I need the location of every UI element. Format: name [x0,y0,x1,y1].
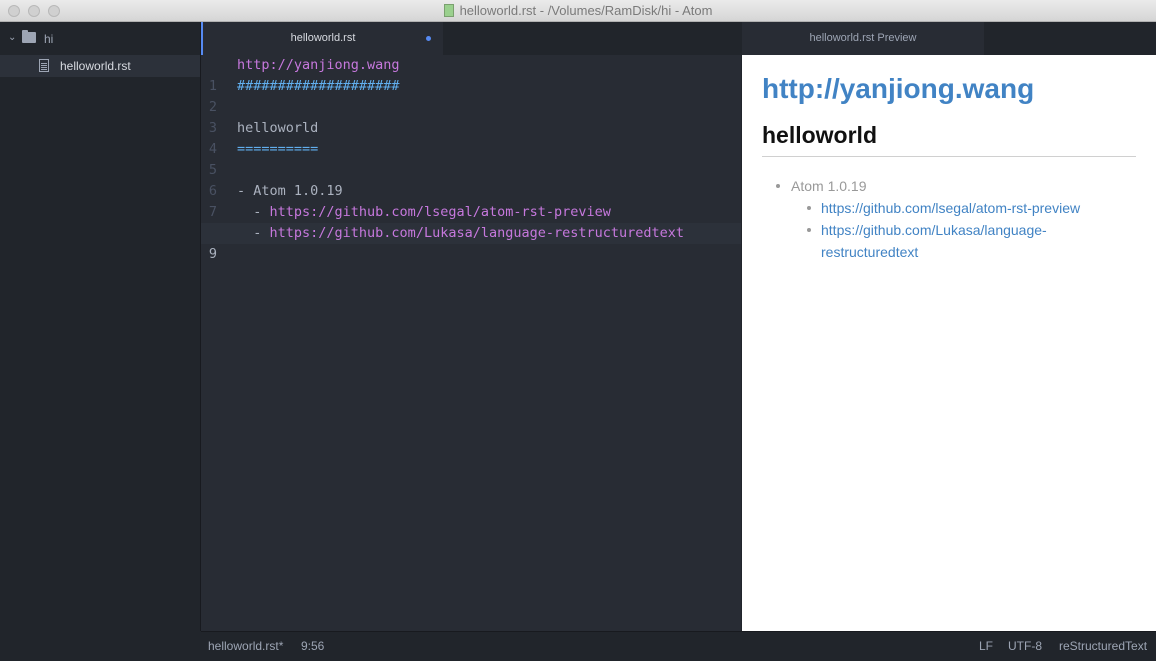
file-text-icon [39,59,49,72]
window-title-wrap: helloworld.rst - /Volumes/RamDisk/hi - A… [0,0,1156,22]
code-text: helloworld [237,120,319,136]
list-marker: - [237,225,270,241]
status-cursor-position[interactable]: 9:56 [301,632,324,661]
window-titlebar: helloworld.rst - /Volumes/RamDisk/hi - A… [0,0,1156,22]
tree-file-label: helloworld.rst [60,59,131,73]
code-line[interactable]: 2 #################### [201,76,741,115]
code-line[interactable]: 1 http://yanjiong.wang [201,55,741,94]
code-line-current[interactable]: 9 - https://github.com/Lukasa/language-r… [201,223,741,262]
code-text: - https://github.com/Lukasa/language-res… [237,223,684,244]
preview-link-continued[interactable]: restructuredtext [821,241,918,263]
bullet-icon [807,206,811,210]
tree-view: ⌄ hi helloworld.rst [0,22,201,631]
code-line[interactable]: 7 - Atom 1.0.19 [201,181,741,220]
line-number: 9 [208,246,217,262]
code-line[interactable]: 4 helloworld [201,118,741,157]
tab-helloworld-rst[interactable]: helloworld.rst [201,22,443,55]
tab-preview[interactable]: helloworld.rst Preview [742,22,984,55]
code-text: ========== [237,141,319,157]
tree-folder-hi[interactable]: ⌄ hi [0,28,200,48]
heading-divider [762,156,1136,157]
preview-tab-bar: helloworld.rst Preview [742,22,1156,55]
code-line[interactable]: 8 - https://github.com/lsegal/atom-rst-p… [201,202,741,241]
folder-icon [22,30,36,43]
code-line[interactable]: 6 [201,160,741,199]
bullet-icon [807,228,811,232]
code-text: - Atom 1.0.19 [237,183,343,199]
code-text: #################### [237,78,400,94]
list-marker: - [237,204,270,220]
tree-file-helloworld[interactable]: helloworld.rst [0,55,200,77]
bullet-icon [776,184,780,188]
status-bar: helloworld.rst* 9:56 LF UTF-8 reStructur… [201,631,1156,661]
preview-heading: helloworld [762,122,877,148]
status-file-name[interactable]: helloworld.rst* [208,632,283,661]
code-link: https://github.com/lsegal/atom-rst-previ… [269,204,611,220]
preview-list-item: Atom 1.0.19 [791,178,867,194]
status-encoding[interactable]: UTF-8 [1008,632,1042,661]
status-line-ending[interactable]: LF [979,632,993,661]
rst-preview-pane: http://yanjiong.wang helloworld Atom 1.0… [742,55,1156,631]
code-line[interactable]: 5 ========== [201,139,741,178]
tab-label: helloworld.rst [290,32,356,44]
status-grammar[interactable]: reStructuredText [1059,632,1147,661]
modified-indicator-icon [426,36,431,41]
code-line[interactable]: 3 [201,97,741,136]
editor-tab-bar: helloworld.rst [201,22,741,55]
document-icon [443,4,454,17]
preview-heading-link[interactable]: http://yanjiong.wang [762,73,1034,105]
editor-pane[interactable]: 1 http://yanjiong.wang 2 ###############… [201,55,741,631]
window-title: helloworld.rst - /Volumes/RamDisk/hi - A… [459,3,713,18]
tab-label: helloworld.rst Preview [809,32,917,44]
preview-link[interactable]: https://github.com/Lukasa/language- [821,219,1047,241]
chevron-down-icon[interactable]: ⌄ [8,28,16,48]
code-link: https://github.com/Lukasa/language-restr… [269,225,685,241]
code-text: http://yanjiong.wang [237,57,400,73]
preview-link[interactable]: https://github.com/lsegal/atom-rst-previ… [821,197,1080,219]
tree-folder-label: hi [44,32,54,46]
code-text: - https://github.com/lsegal/atom-rst-pre… [237,202,611,223]
